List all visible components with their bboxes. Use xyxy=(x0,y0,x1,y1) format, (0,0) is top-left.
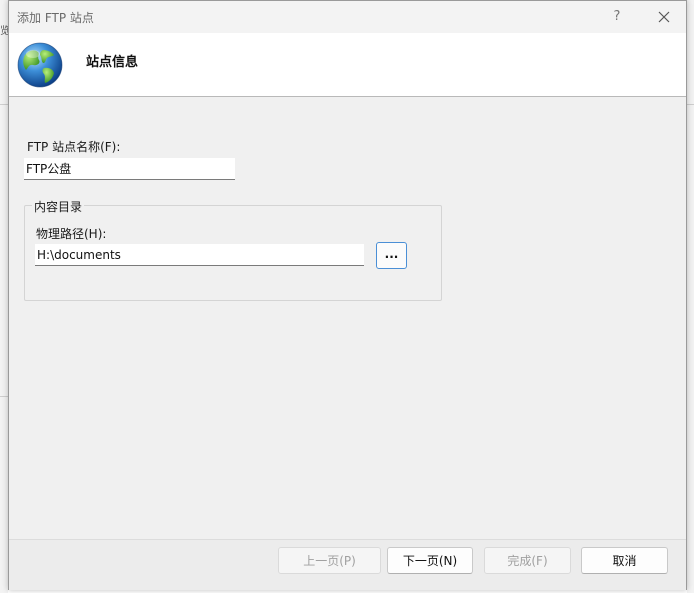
background-window-left: 览 xyxy=(0,0,10,593)
site-name-label: FTP 站点名称(F): xyxy=(27,140,121,154)
background-divider xyxy=(687,104,694,105)
content-directory-legend: 内容目录 xyxy=(32,198,85,215)
wizard-footer: 上一页(P) 下一页(N) 完成(F) 取消 xyxy=(9,539,686,590)
site-name-input[interactable] xyxy=(24,158,235,180)
finish-button[interactable]: 完成(F) xyxy=(484,547,571,574)
close-icon xyxy=(658,11,670,23)
window-title: 添加 FTP 站点 xyxy=(17,11,94,25)
page-title: 站点信息 xyxy=(86,55,139,70)
background-divider xyxy=(0,396,8,397)
wizard-header: 站点信息 xyxy=(9,33,686,97)
next-button[interactable]: 下一页(N) xyxy=(387,547,473,574)
browse-button[interactable]: ... xyxy=(376,242,407,269)
previous-button[interactable]: 上一页(P) xyxy=(278,547,381,574)
globe-icon xyxy=(17,42,63,88)
title-bar[interactable]: 添加 FTP 站点 ? xyxy=(9,1,686,33)
physical-path-input[interactable] xyxy=(35,244,364,266)
close-button[interactable] xyxy=(645,3,683,31)
background-divider xyxy=(0,104,8,105)
background-window-right xyxy=(687,0,694,593)
cancel-button[interactable]: 取消 xyxy=(581,547,668,574)
physical-path-label: 物理路径(H): xyxy=(36,227,107,241)
add-ftp-site-dialog: 添加 FTP 站点 ? 站点信息 FTP 站点名称(F): FTP公盘 内容目录… xyxy=(8,0,687,590)
help-button[interactable]: ? xyxy=(599,3,635,31)
